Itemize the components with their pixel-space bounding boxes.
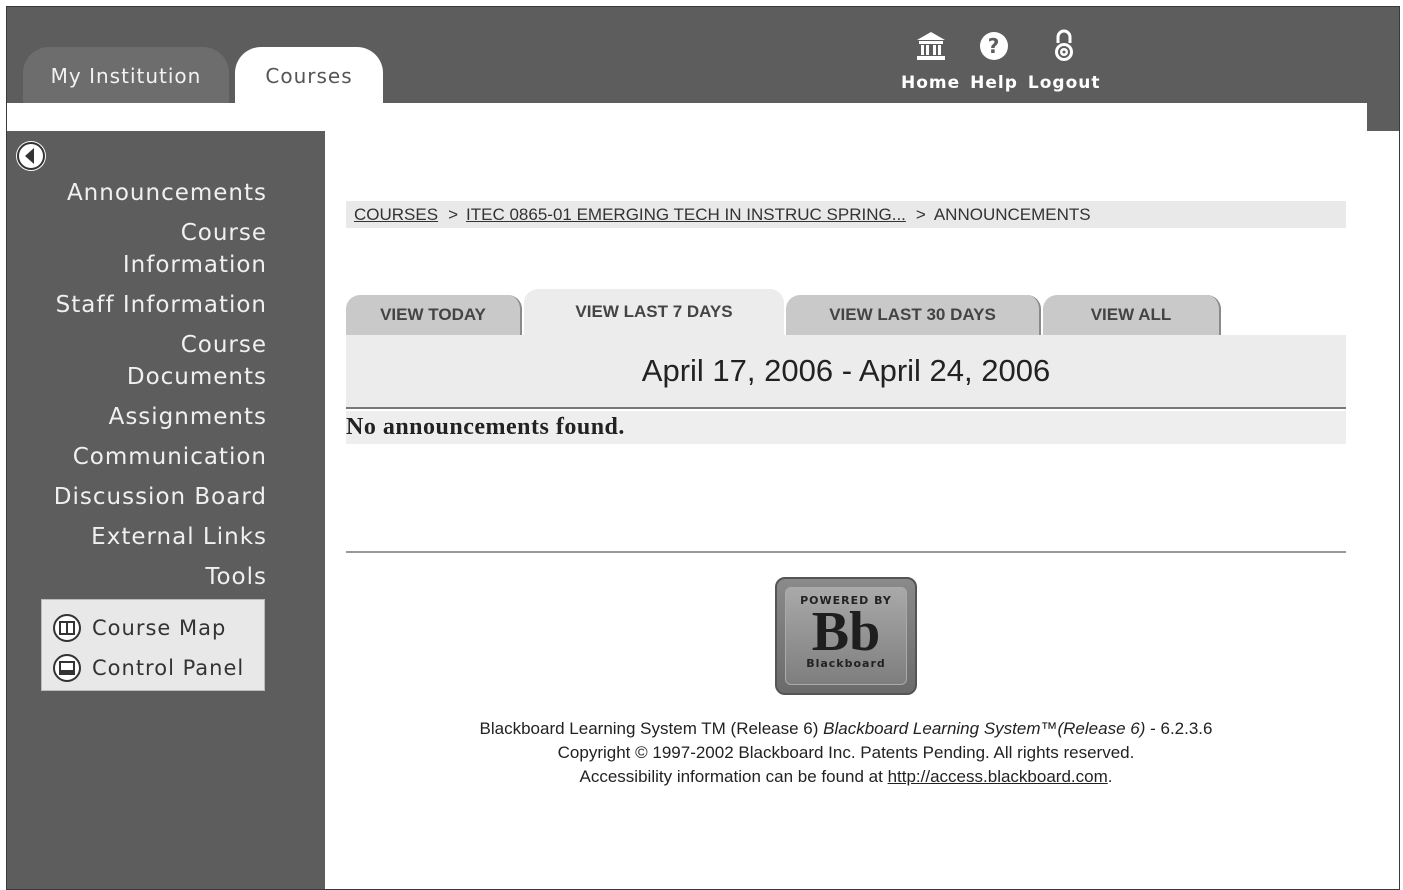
logo-name: Blackboard bbox=[806, 657, 886, 670]
svg-text:?: ? bbox=[988, 34, 1001, 58]
logo-mark: Bb bbox=[811, 601, 881, 663]
menu-item-course-information[interactable]: Course Information bbox=[54, 217, 267, 281]
tab-view-last-7-days[interactable]: VIEW LAST 7 DAYS bbox=[524, 289, 784, 335]
control-panel-icon bbox=[53, 654, 81, 682]
logout-label: Logout bbox=[1027, 73, 1101, 93]
menu-item-communication[interactable]: Communication bbox=[54, 441, 267, 473]
home-icon bbox=[916, 32, 945, 60]
divider bbox=[346, 551, 1346, 553]
breadcrumb-separator: > bbox=[915, 204, 926, 224]
home-label: Home bbox=[901, 73, 961, 93]
footer-release-c: - 6.2.3.6 bbox=[1150, 719, 1213, 738]
help-link[interactable]: ? Help bbox=[970, 29, 1018, 93]
lock-icon bbox=[1055, 29, 1074, 61]
footer-release-b: Blackboard Learning System™(Release 6) bbox=[823, 719, 1146, 738]
footer-period: . bbox=[1107, 767, 1113, 786]
arrow-left-icon bbox=[17, 142, 45, 170]
footer-accessibility-line: Accessibility information can be found a… bbox=[346, 765, 1346, 789]
menu-item-external-links[interactable]: External Links bbox=[54, 521, 267, 553]
footer-accessibility-text: Accessibility information can be found a… bbox=[579, 767, 883, 786]
home-link[interactable]: Home bbox=[901, 29, 960, 93]
tab-my-institution[interactable]: My Institution bbox=[23, 47, 229, 105]
content-area: COURSES > ITEC 0865-01 EMERGING TECH IN … bbox=[325, 131, 1399, 889]
course-menu: Announcements Course Information Staff I… bbox=[7, 131, 325, 889]
breadcrumb-courses-link[interactable]: COURSES bbox=[354, 205, 438, 225]
breadcrumb-current: ANNOUNCEMENTS bbox=[933, 204, 1091, 224]
tools-box: Course Map Control Panel bbox=[41, 599, 265, 691]
course-map-link[interactable]: Course Map bbox=[52, 608, 264, 648]
logout-link[interactable]: Logout bbox=[1028, 29, 1101, 93]
footer-copyright: Copyright © 1997-2002 Blackboard Inc. Pa… bbox=[557, 743, 1135, 762]
menu-item-staff-information[interactable]: Staff Information bbox=[54, 289, 267, 321]
app-frame: My Institution Courses Home ? Help Logou… bbox=[6, 6, 1400, 890]
course-menu-list: Announcements Course Information Staff I… bbox=[54, 177, 267, 601]
control-panel-label: Control Panel bbox=[92, 656, 245, 680]
control-panel-link[interactable]: Control Panel bbox=[52, 648, 264, 688]
breadcrumb: COURSES > ITEC 0865-01 EMERGING TECH IN … bbox=[346, 201, 1346, 228]
menu-item-tools[interactable]: Tools bbox=[54, 561, 267, 593]
header-links: Home ? Help Logout bbox=[901, 29, 1101, 93]
tab-courses[interactable]: Courses bbox=[235, 47, 383, 105]
footer-release-line: Blackboard Learning System TM (Release 6… bbox=[346, 717, 1346, 741]
powered-by-blackboard-logo[interactable]: POWERED BY Bb Blackboard bbox=[775, 577, 917, 695]
tab-view-today[interactable]: VIEW TODAY bbox=[346, 295, 522, 335]
accessibility-link[interactable]: http://access.blackboard.com bbox=[888, 767, 1108, 786]
logo-badge: POWERED BY Bb Blackboard bbox=[785, 587, 907, 685]
help-icon: ? bbox=[980, 32, 1009, 60]
breadcrumb-course-link[interactable]: ITEC 0865-01 EMERGING TECH IN INSTRUC SP… bbox=[466, 205, 906, 225]
breadcrumb-separator: > bbox=[448, 204, 459, 224]
date-range-heading: April 17, 2006 - April 24, 2006 bbox=[346, 335, 1346, 409]
menu-item-discussion-board[interactable]: Discussion Board bbox=[54, 481, 267, 513]
tab-view-all[interactable]: VIEW ALL bbox=[1043, 295, 1221, 335]
menu-item-course-documents[interactable]: Course Documents bbox=[54, 329, 267, 393]
footer-release-a: Blackboard Learning System TM (Release 6… bbox=[479, 719, 819, 738]
menu-item-announcements[interactable]: Announcements bbox=[54, 177, 267, 209]
course-map-icon bbox=[53, 614, 81, 642]
collapse-menu-button[interactable] bbox=[16, 141, 46, 171]
header-divider bbox=[7, 103, 1367, 131]
empty-announcements-message: No announcements found. bbox=[346, 411, 1346, 444]
help-label: Help bbox=[970, 73, 1018, 93]
menu-item-assignments[interactable]: Assignments bbox=[54, 401, 267, 433]
course-map-label: Course Map bbox=[92, 616, 227, 640]
footer: Blackboard Learning System TM (Release 6… bbox=[346, 717, 1346, 789]
tab-view-last-30-days[interactable]: VIEW LAST 30 DAYS bbox=[786, 295, 1041, 335]
